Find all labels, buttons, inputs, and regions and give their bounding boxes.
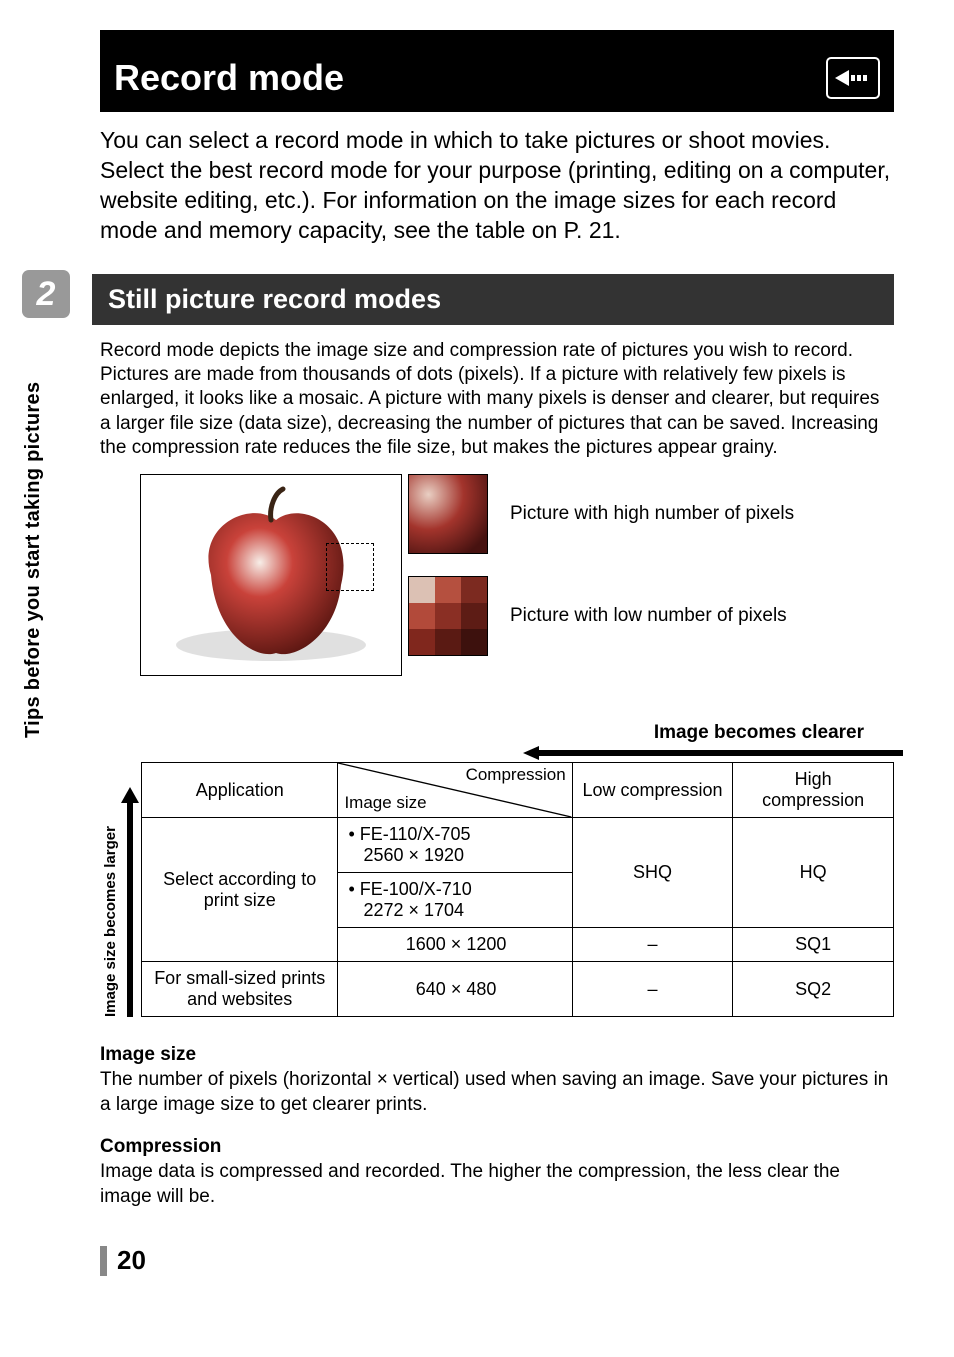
cell-r4-low: – bbox=[572, 962, 733, 1017]
page-footer: 20 bbox=[100, 1245, 894, 1276]
horizontal-arrow-label: Image becomes clearer bbox=[100, 722, 894, 744]
chapter-number: 2 bbox=[37, 275, 56, 314]
title-bar: Record mode bbox=[100, 38, 894, 112]
cell-r4-app: For small-sized prints and websites bbox=[142, 962, 338, 1017]
cell-r4-size: 640 × 480 bbox=[338, 962, 572, 1017]
horizontal-arrow bbox=[523, 746, 894, 760]
cell-print-app: Select according to print size bbox=[142, 818, 338, 962]
thumb-lo-pixels bbox=[408, 576, 488, 656]
compression-text: Image data is compressed and recorded. T… bbox=[100, 1160, 894, 1209]
chapter-side-label: Tips before you start taking pictures bbox=[22, 338, 45, 738]
image-size-text: The number of pixels (horizontal × verti… bbox=[100, 1068, 894, 1117]
th-low: Low compression bbox=[572, 763, 733, 818]
vertical-arrow bbox=[119, 787, 141, 1017]
cell-r12-low: SHQ bbox=[572, 818, 733, 928]
body-text: Record mode depicts the image size and c… bbox=[100, 339, 894, 461]
th-application: Application bbox=[142, 763, 338, 818]
th-compression: Compression bbox=[466, 765, 566, 785]
record-mode-table: Application Compression Image size Low c… bbox=[141, 762, 894, 1017]
chapter-number-box: 2 bbox=[22, 270, 70, 318]
cell-r4-high: SQ2 bbox=[733, 962, 894, 1017]
image-size-heading: Image size bbox=[100, 1043, 894, 1068]
section-heading: Still picture record modes bbox=[92, 274, 894, 325]
th-image-size: Image size bbox=[344, 793, 426, 813]
caption-lo: Picture with low number of pixels bbox=[510, 605, 787, 627]
record-mode-icon bbox=[826, 57, 880, 99]
cell-r2-size: • FE-100/X-710 2272 × 1704 bbox=[338, 873, 572, 928]
intro-text: You can select a record mode in which to… bbox=[100, 126, 894, 246]
cell-r3-high: SQ1 bbox=[733, 928, 894, 962]
selection-box bbox=[326, 543, 374, 591]
page-number: 20 bbox=[117, 1245, 146, 1276]
example-images: Picture with high number of pixels bbox=[140, 474, 894, 676]
vertical-arrow-label: Image size becomes larger bbox=[100, 787, 119, 1017]
page-bar-icon bbox=[100, 1246, 107, 1276]
cell-r1-size: • FE-110/X-705 2560 × 1920 bbox=[338, 818, 572, 873]
thumb-hi-pixels bbox=[408, 474, 488, 554]
apple-large bbox=[140, 474, 402, 676]
cell-r3-low: – bbox=[572, 928, 733, 962]
th-diagonal: Compression Image size bbox=[338, 763, 572, 818]
th-high: High compression bbox=[733, 763, 894, 818]
side-tab: 2 Tips before you start taking pictures bbox=[22, 270, 70, 738]
compression-heading: Compression bbox=[100, 1135, 894, 1160]
page-title: Record mode bbox=[114, 57, 344, 99]
cell-r12-high: HQ bbox=[733, 818, 894, 928]
caption-hi: Picture with high number of pixels bbox=[510, 503, 794, 525]
cell-r3-size: 1600 × 1200 bbox=[338, 928, 572, 962]
